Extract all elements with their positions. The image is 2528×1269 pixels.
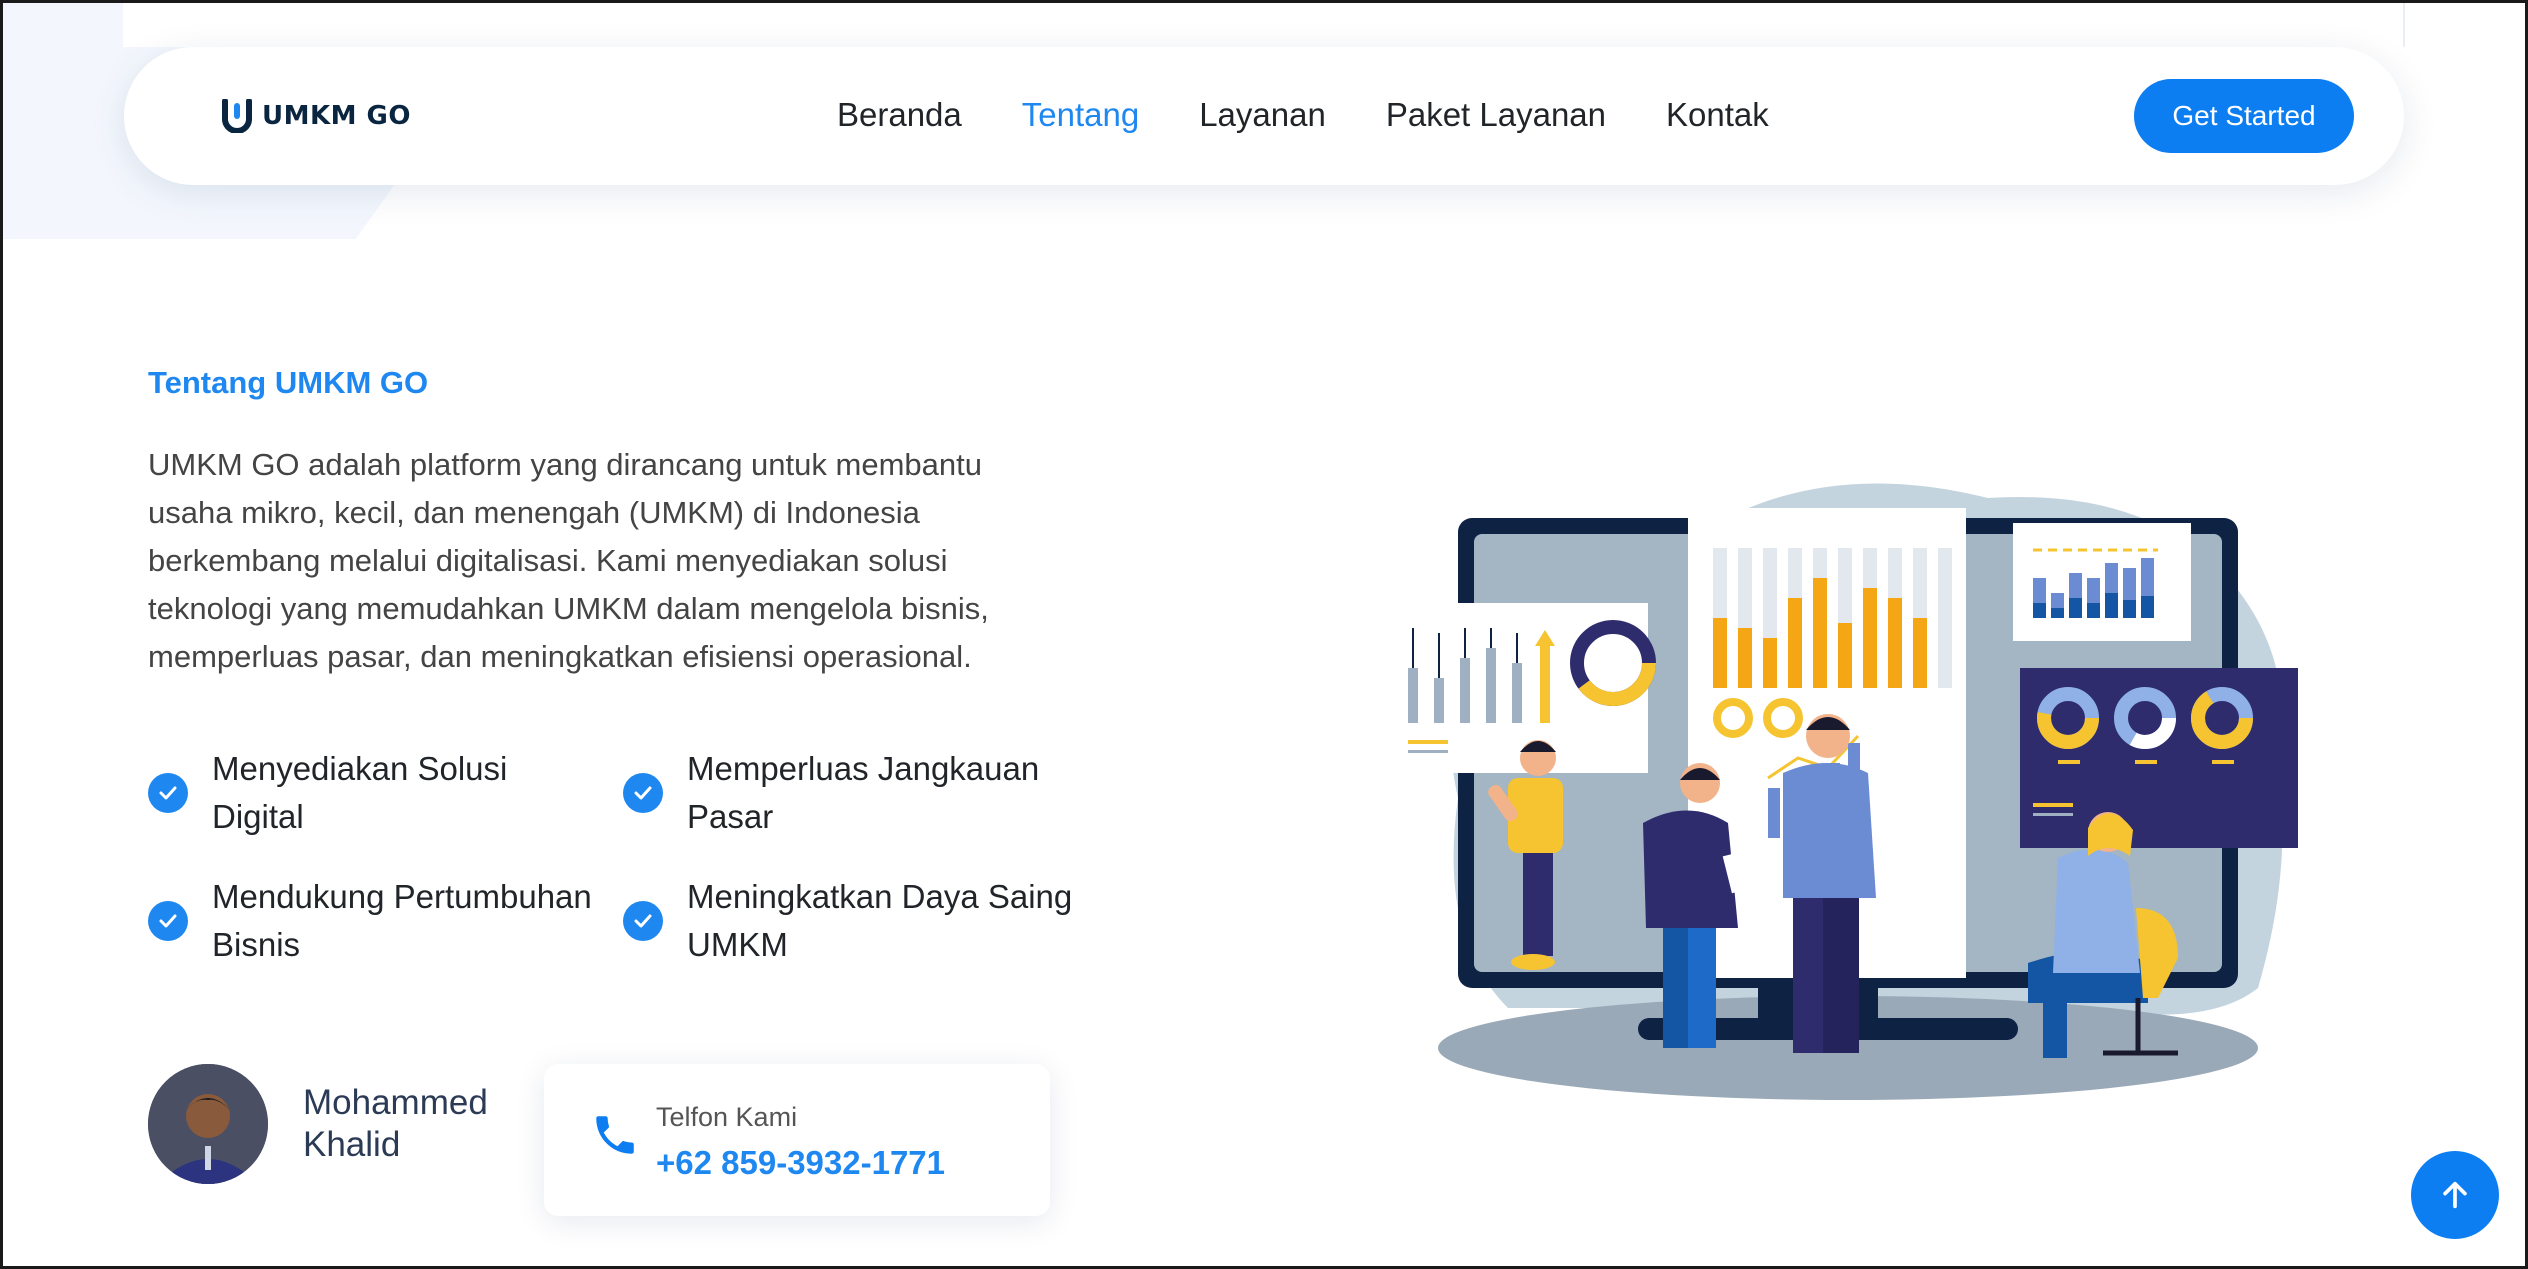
logo-icon (222, 99, 252, 133)
header-backdrop (123, 3, 2405, 47)
feature-label: Memperluas Jangkauan Pasar (687, 750, 1040, 835)
feature-item: Menyediakan Solusi Digital (148, 745, 608, 841)
feature-item: Meningkatkan Daya Saing UMKM (623, 873, 1083, 969)
call-label: Telfon Kami (656, 1102, 798, 1132)
feature-item: Memperluas Jangkauan Pasar (623, 745, 1083, 841)
phone-number[interactable]: +62 859-3932-1771 (656, 1144, 945, 1182)
phone-icon (596, 1116, 634, 1154)
get-started-button[interactable]: Get Started (2134, 79, 2354, 153)
call-box[interactable]: Telfon Kami +62 859-3932-1771 (544, 1064, 1050, 1216)
feature-item: Mendukung Pertumbuhan Bisnis (148, 873, 608, 969)
avatar (148, 1064, 268, 1184)
profile-name: Mohammed Khalid (303, 1083, 488, 1164)
profile: Mohammed Khalid (148, 1064, 513, 1184)
nav-paket-layanan[interactable]: Paket Layanan (1356, 93, 1636, 137)
nav-menu: Beranda Tentang Layanan Paket Layanan Ko… (807, 93, 1799, 137)
nav-tentang[interactable]: Tentang (992, 93, 1169, 137)
scroll-to-top-button[interactable] (2411, 1151, 2499, 1239)
nav-layanan[interactable]: Layanan (1169, 93, 1356, 137)
check-circle-icon (623, 901, 663, 941)
feature-label: Mendukung Pertumbuhan Bisnis (212, 878, 592, 963)
check-circle-icon (148, 901, 188, 941)
check-circle-icon (148, 773, 188, 813)
check-circle-icon (623, 773, 663, 813)
business-analytics-illustration (1388, 483, 2298, 1100)
logo-text: UMKM GO (262, 101, 412, 131)
about-description: UMKM GO adalah platform yang dirancang u… (148, 447, 989, 674)
nav-beranda[interactable]: Beranda (807, 93, 992, 137)
section-eyebrow: Tentang UMKM GO (148, 365, 429, 400)
feature-label: Meningkatkan Daya Saing UMKM (687, 878, 1073, 963)
arrow-up-icon (2443, 1181, 2467, 1209)
feature-label: Menyediakan Solusi Digital (212, 750, 508, 835)
logo[interactable]: UMKM GO (222, 99, 411, 133)
navbar: UMKM GO Beranda Tentang Layanan Paket La… (124, 47, 2404, 185)
nav-kontak[interactable]: Kontak (1636, 93, 1799, 137)
